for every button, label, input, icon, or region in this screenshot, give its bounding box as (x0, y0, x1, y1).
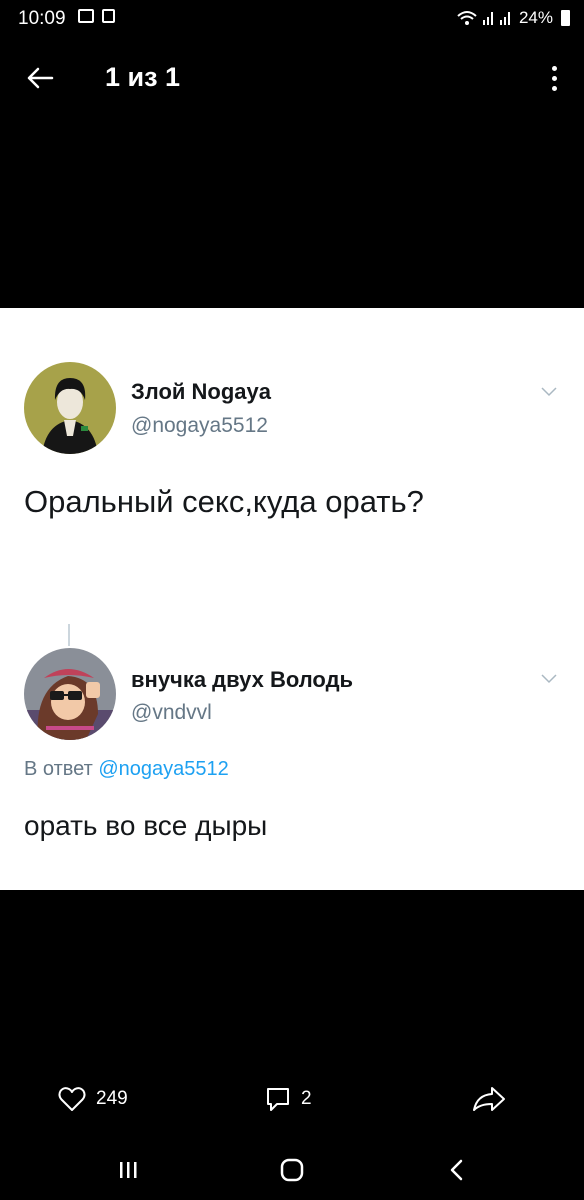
like-count: 249 (96, 1088, 128, 1109)
nav-back-icon[interactable] (436, 1154, 476, 1186)
reply-prefix: В ответ (24, 758, 93, 780)
tweet-text: орать во все дыры (24, 810, 268, 841)
comment-icon (267, 1088, 289, 1111)
share-icon (473, 1087, 505, 1111)
gallery-icon (78, 9, 94, 23)
back-button[interactable] (18, 58, 62, 98)
chevron-down-icon[interactable] (541, 387, 557, 397)
heart-icon (58, 1087, 86, 1111)
home-icon[interactable] (272, 1154, 312, 1186)
like-button[interactable]: 249 (58, 1086, 128, 1112)
avatar (24, 648, 116, 740)
system-nav-bar (0, 1140, 584, 1200)
viewer-app-bar: 1 из 1 (0, 48, 584, 104)
thread-line (68, 624, 70, 646)
status-indicators: 24% (457, 8, 570, 28)
back-arrow-icon (27, 67, 54, 89)
action-bar: 249 2 (0, 1078, 584, 1122)
reply-mention[interactable]: @nogaya5512 (98, 758, 228, 780)
signal-icon (482, 12, 510, 25)
status-time: 10:09 (18, 8, 66, 29)
more-vert-icon[interactable] (542, 58, 566, 98)
user-handle[interactable]: @vndvvl (131, 701, 212, 725)
comment-button[interactable]: 2 (265, 1086, 312, 1112)
tweet-text: Оральный секс,куда орать? (24, 484, 424, 519)
avatar (24, 362, 116, 454)
status-bar: 10:09 24% (0, 0, 584, 36)
share-button[interactable] (472, 1086, 506, 1112)
image-counter: 1 из 1 (105, 62, 181, 92)
notification-icon (102, 9, 115, 23)
battery-icon (561, 10, 570, 26)
tweet-screenshot: Злой Nogaya @nogaya5512 Оральный секс,ку… (0, 308, 584, 890)
chevron-down-icon[interactable] (541, 674, 557, 684)
display-name[interactable]: внучка двух Володь (131, 667, 353, 693)
comment-count: 2 (301, 1088, 312, 1109)
battery-percent: 24% (518, 8, 553, 27)
recents-icon[interactable] (108, 1154, 148, 1186)
user-handle[interactable]: @nogaya5512 (131, 414, 268, 438)
reply-context: В ответ @nogaya5512 (24, 758, 229, 781)
wifi-icon (457, 11, 477, 25)
display-name[interactable]: Злой Nogaya (131, 379, 271, 405)
